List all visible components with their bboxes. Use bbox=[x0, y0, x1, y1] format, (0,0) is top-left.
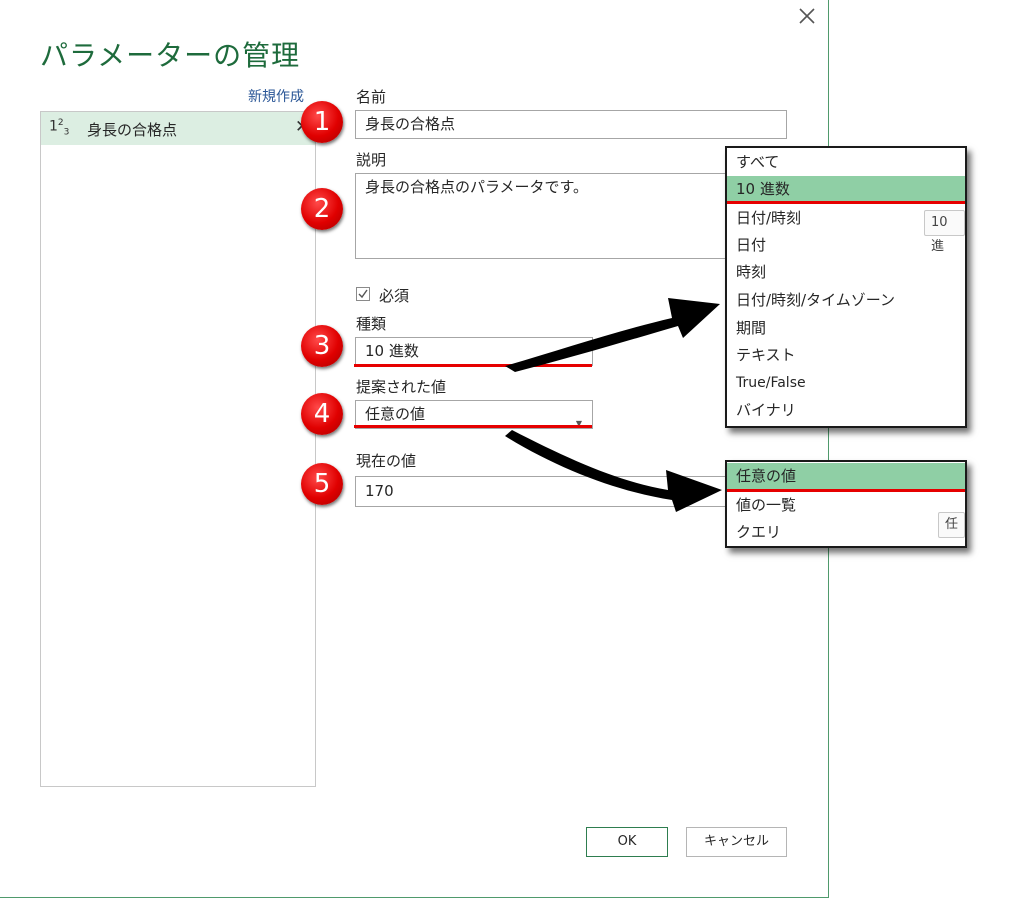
type-option[interactable]: テキスト bbox=[727, 342, 965, 369]
type-tooltip: 10 進 bbox=[924, 210, 965, 254]
suggested-tooltip: 任 bbox=[938, 512, 965, 538]
callout-badge-1: 1 bbox=[301, 101, 343, 143]
selected-underline bbox=[727, 201, 965, 204]
callout-badge-5: 5 bbox=[301, 463, 343, 505]
suggested-option[interactable]: 値の一覧 bbox=[727, 492, 965, 519]
type-option[interactable]: 期間 bbox=[727, 315, 965, 342]
type-option[interactable]: 日付/時刻/タイムゾーン bbox=[727, 287, 965, 314]
suggested-option[interactable]: クエリ bbox=[727, 519, 965, 546]
suggested-dropdown-list: 任意の値 値の一覧 クエリ 任 bbox=[725, 460, 967, 548]
type-option[interactable]: 時刻 bbox=[727, 259, 965, 286]
callout-badge-4: 4 bbox=[301, 393, 343, 435]
type-option-selected[interactable]: 10 進数 bbox=[727, 176, 965, 203]
callout-badge-3: 3 bbox=[301, 325, 343, 367]
arrow-to-suggested-dropdown bbox=[505, 430, 722, 512]
type-option[interactable]: バイナリ bbox=[727, 397, 965, 424]
type-option[interactable]: すべて bbox=[727, 149, 965, 176]
type-option[interactable]: True/False bbox=[727, 370, 965, 397]
suggested-option-selected[interactable]: 任意の値 bbox=[727, 463, 965, 490]
callout-badge-2: 2 bbox=[301, 188, 343, 230]
callout-arrows bbox=[505, 298, 722, 512]
type-dropdown-list: すべて 10 進数 日付/時刻 日付 時刻 日付/時刻/タイムゾーン 期間 テキ… bbox=[725, 146, 967, 428]
type-option[interactable]: 日付 bbox=[727, 232, 965, 259]
arrow-to-type-dropdown bbox=[505, 298, 720, 372]
